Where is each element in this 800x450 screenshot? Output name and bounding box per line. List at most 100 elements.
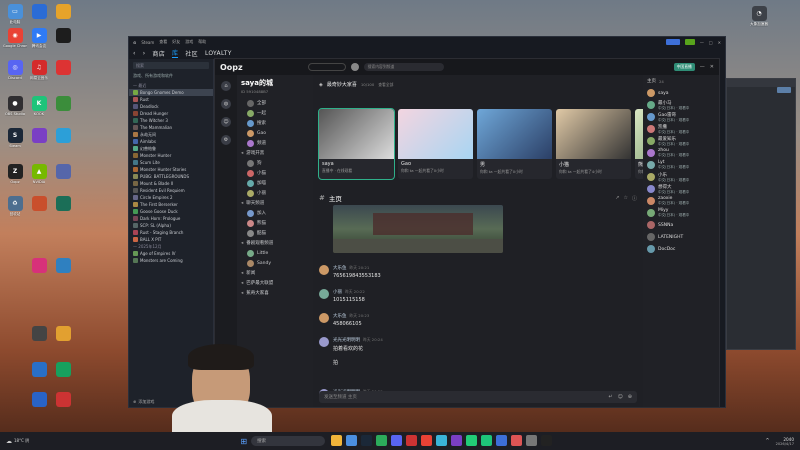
channel-group[interactable]: ◂ 巴萨最大联盟 [241,278,309,288]
desktop-icon[interactable]: ♫ 网易云音乐 [28,60,50,81]
taskbar-app-icon[interactable] [466,434,478,446]
channel-member[interactable]: 小丽 [241,188,309,198]
taskbar-app-icon[interactable] [346,434,358,446]
desktop-icon[interactable] [52,392,74,407]
desktop-icon[interactable] [28,362,50,377]
game-list-item[interactable]: PUBG: BATTLEGROUNDS [129,173,213,180]
game-list-item[interactable]: Deadlock [129,103,213,110]
game-list-item[interactable]: The Witcher 3 [129,117,213,124]
taskbar-app-icon[interactable] [436,434,448,446]
member-item[interactable]: Miyy 中文(日本) · 观看中 [647,207,715,219]
desktop-icon[interactable] [28,326,50,341]
member-item[interactable]: saya [647,87,715,99]
channel-group[interactable]: ◂ 新闻 [241,268,309,278]
channel-group[interactable]: ◂ 番剧观看频道 [241,238,309,248]
taskbar-search[interactable]: 搜索 [251,436,326,446]
game-list-item[interactable]: The First Berserker [129,201,213,208]
mic-button[interactable] [307,63,346,71]
desktop-icon[interactable]: ● OBS Studio [4,96,26,116]
desktop-icon[interactable]: ◎ Discord [4,60,26,80]
library-search-input[interactable]: 搜索 [133,62,209,69]
steam-logo[interactable]: ⊙ [133,40,136,45]
menu-item[interactable]: Steam [141,40,154,45]
taskbar-app-icon[interactable] [451,434,463,446]
channel-member[interactable]: 搜索 [241,118,309,128]
menu-item[interactable]: 帮助 [198,39,206,45]
member-item[interactable]: 最小马 中文(日本) · 观看中 [647,99,715,111]
desktop-icon[interactable] [52,28,74,43]
desktop-icon[interactable]: ▲ NVIDIA [28,164,50,184]
member-item[interactable]: Lyt 中文(日本) · 观看中 [647,159,715,171]
home-icon[interactable]: ⌂ [221,81,231,91]
desktop-icon[interactable] [52,96,74,111]
chat-message[interactable]: 光光光明明明 昨天 20:24 拍着看欢的花 [319,337,383,352]
taskbar-app-icon[interactable] [406,434,418,446]
game-list-item[interactable]: Dread Hunger [129,110,213,117]
game-list-item[interactable]: 永劫无间 [129,131,213,138]
oopz-search-input[interactable]: 搜索内容到频道 [363,63,444,71]
tray-chevron-icon[interactable]: ^ [765,438,769,444]
taskbar-app-icon[interactable] [421,434,433,446]
desktop-icon[interactable] [52,258,74,273]
clock-date[interactable]: 2026/4/17 [776,442,794,446]
taskbar-app-icon[interactable] [526,434,538,446]
avatar[interactable] [350,63,359,71]
channel-member[interactable]: 加入 [241,208,309,218]
menu-item[interactable]: 查看 [159,39,167,45]
shared-image[interactable] [333,205,503,253]
desktop-icon[interactable] [28,258,50,273]
stream-card[interactable]: Gao 你和 ta 一起共看了0小时 [398,109,473,179]
chat-message[interactable]: 小丽 昨天 20:22 1015115158 [319,289,365,303]
game-list-item[interactable]: Monster Hunter Stories [129,166,213,173]
game-list-item[interactable]: Monsters are Coming [129,257,213,264]
game-list-item[interactable]: Scum Lite [129,159,213,166]
channel-member[interactable]: 酷猫 [241,228,309,238]
taskbar-app-icon[interactable] [541,434,553,446]
windows-start-icon[interactable]: ⊞ [240,437,247,446]
member-item[interactable]: Gao雷哥 中文(日本) · 观看中 [647,111,715,123]
people-icon[interactable]: ☺ [221,117,231,127]
taskbar-app-icon[interactable] [331,434,343,446]
maximize-icon[interactable]: □ [709,40,713,45]
member-item[interactable]: 最爱知乐 中文(日本) · 观看中 [647,135,715,147]
weather-icon[interactable]: ☁ [6,438,12,445]
back-icon[interactable]: ‹ [133,50,136,57]
nav-community[interactable]: 社区 [185,49,198,58]
member-item[interactable]: 小乐 中文(日本) · 观看中 [647,171,715,183]
menu-item[interactable]: 好友 [172,39,180,45]
game-list-item[interactable]: Dark Horn: Prologue [129,215,213,222]
game-list-item[interactable]: BALL X PIT [129,236,213,243]
member-item[interactable]: 凯撒 中文(日本) · 观看中 [647,123,715,135]
member-item[interactable]: 想得大 中文(日本) · 观看中 [647,183,715,195]
desktop-icon[interactable] [28,128,50,143]
game-list-item[interactable]: Mount & Blade II [129,180,213,187]
wallet-button[interactable] [684,39,695,45]
member-item[interactable]: SSNNa [647,219,715,231]
shop-icon[interactable]: ⚙ [221,135,231,145]
stream-card[interactable]: 小猫 你和 ta 一起共看了4小时 [556,109,631,179]
library-filter[interactable]: 游戏、所有游戏和软件 [129,72,213,79]
game-list-item[interactable]: Rust - Staging Branch [129,229,213,236]
channel-member[interactable]: 加喵 [241,178,309,188]
info-icon[interactable]: ⓘ [632,195,637,202]
section-view-all[interactable]: 查看全部 [378,82,393,88]
desktop-icon[interactable] [28,4,50,19]
desktop-icon[interactable]: ▶ 腾讯会议 [28,28,50,49]
game-list-item[interactable]: Resident Evil Requiem [129,187,213,194]
nav-store[interactable]: 商店 [152,49,165,58]
desktop-icon[interactable] [52,196,74,211]
taskbar-app-icon[interactable] [511,434,523,446]
channel-member[interactable]: Gao [241,128,309,138]
forward-icon[interactable]: › [143,50,146,57]
close-icon[interactable]: ✕ [710,64,714,70]
stream-card[interactable]: 男你和 ta 一起共看了0小时 [477,109,552,179]
member-item[interactable]: zhou 中文(日本) · 观看中 [647,147,715,159]
share-icon[interactable]: ↗ [615,195,619,201]
desktop-icon[interactable] [52,128,74,143]
desktop-icon[interactable] [28,392,50,407]
nav-library[interactable]: 库 [172,48,179,58]
game-list-item[interactable]: Monster Hunter [129,152,213,159]
desktop-icon[interactable] [52,60,74,75]
desktop-icon-right[interactable]: ◔ 大象加速器 [748,6,770,27]
channel-member[interactable]: 全部 [241,98,309,108]
